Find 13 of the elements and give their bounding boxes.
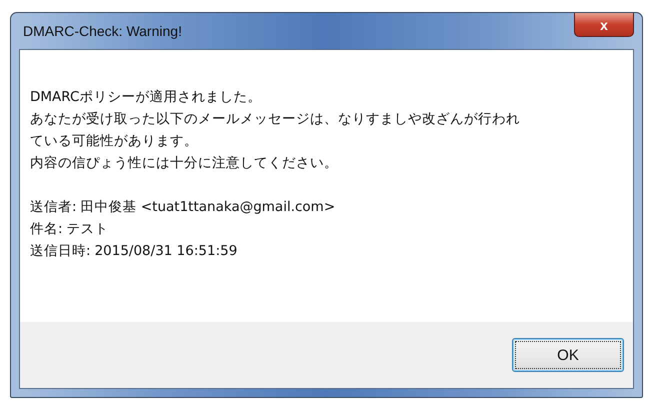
detail-value: テスト [66,221,109,237]
ok-button[interactable]: OK [512,338,624,372]
message-text: あなたが受け取った以下のメールメッセージは、なりすましや改ざんが行われ [30,110,521,129]
message-text: ている可能性があります。 [30,132,199,151]
window-title: DMARC-Check: Warning! [22,23,182,39]
detail-label: 送信者: [30,199,77,215]
detail-value: 田中俊基 <tuat1ttanaka@gmail.com> [80,199,336,215]
message-text: 内容の信ぴょう性には十分に注意してください。 [30,154,339,173]
detail-label: 件名: [30,221,63,237]
close-button[interactable]: x [574,13,634,37]
detail-label: 送信日時: [30,243,91,259]
detail-value: 2015/08/31 16:51:59 [94,243,238,259]
message-text: DMARCポリシーが適用されました。 [30,88,262,107]
